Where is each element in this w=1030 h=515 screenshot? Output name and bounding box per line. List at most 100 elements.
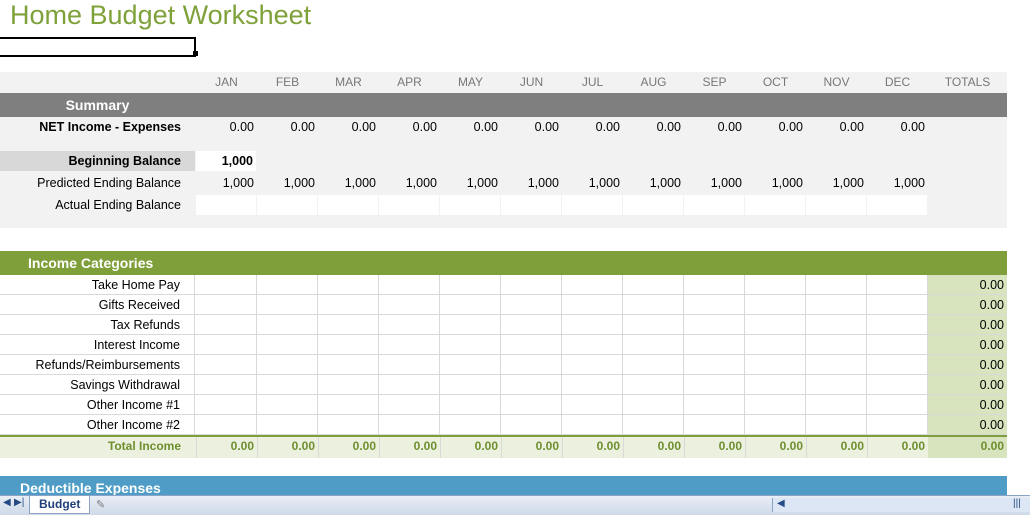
- income-cell-jul[interactable]: [562, 395, 623, 414]
- income-cell-feb[interactable]: [257, 415, 318, 434]
- net-value-jun[interactable]: 0.00: [501, 117, 562, 137]
- income-cell-nov[interactable]: [806, 295, 867, 314]
- net-value-oct[interactable]: 0.00: [745, 117, 806, 137]
- income-cell-sep[interactable]: [684, 315, 745, 334]
- income-cell-jul[interactable]: [562, 415, 623, 434]
- net-value-may[interactable]: 0.00: [440, 117, 501, 137]
- income-cell-sep[interactable]: [684, 375, 745, 394]
- income-cell-apr[interactable]: [379, 275, 440, 294]
- predicted-value-jul[interactable]: 1,000: [562, 173, 623, 193]
- net-value-aug[interactable]: 0.00: [623, 117, 684, 137]
- income-cell-may[interactable]: [440, 335, 501, 354]
- income-cell-feb[interactable]: [257, 375, 318, 394]
- income-cell-aug[interactable]: [623, 295, 684, 314]
- income-cell-jul[interactable]: [562, 335, 623, 354]
- income-cell-jul[interactable]: [562, 355, 623, 374]
- income-cell-jun[interactable]: [501, 375, 562, 394]
- predicted-value-aug[interactable]: 1,000: [623, 173, 684, 193]
- horizontal-scrollbar[interactable]: ◀ |||: [772, 498, 1030, 512]
- actual-value-sep[interactable]: [684, 195, 744, 215]
- income-cell-nov[interactable]: [806, 415, 867, 434]
- income-cell-mar[interactable]: [318, 315, 379, 334]
- predicted-value-sep[interactable]: 1,000: [684, 173, 745, 193]
- income-cell-dec[interactable]: [867, 375, 928, 394]
- predicted-value-feb[interactable]: 1,000: [257, 173, 318, 193]
- income-cell-sep[interactable]: [684, 355, 745, 374]
- income-cell-aug[interactable]: [623, 335, 684, 354]
- predicted-value-jan[interactable]: 1,000: [196, 173, 257, 193]
- income-cell-sep[interactable]: [684, 275, 745, 294]
- income-cell-aug[interactable]: [623, 275, 684, 294]
- beginning-balance-value[interactable]: 1,000: [196, 151, 256, 171]
- income-cell-apr[interactable]: [379, 295, 440, 314]
- income-cell-nov[interactable]: [806, 335, 867, 354]
- income-cell-dec[interactable]: [867, 295, 928, 314]
- income-cell-oct[interactable]: [745, 355, 806, 374]
- income-cell-nov[interactable]: [806, 315, 867, 334]
- income-cell-jun[interactable]: [501, 275, 562, 294]
- actual-value-feb[interactable]: [257, 195, 317, 215]
- income-cell-jun[interactable]: [501, 415, 562, 434]
- predicted-value-may[interactable]: 1,000: [440, 173, 501, 193]
- net-value-sep[interactable]: 0.00: [684, 117, 745, 137]
- income-cell-oct[interactable]: [745, 275, 806, 294]
- net-value-jul[interactable]: 0.00: [562, 117, 623, 137]
- predicted-value-jun[interactable]: 1,000: [501, 173, 562, 193]
- actual-value-apr[interactable]: [379, 195, 439, 215]
- income-cell-apr[interactable]: [379, 375, 440, 394]
- net-value-feb[interactable]: 0.00: [257, 117, 318, 137]
- income-cell-jul[interactable]: [562, 315, 623, 334]
- income-cell-mar[interactable]: [318, 275, 379, 294]
- income-cell-dec[interactable]: [867, 395, 928, 414]
- predicted-value-oct[interactable]: 1,000: [745, 173, 806, 193]
- prev-sheet-icon[interactable]: ◀: [3, 497, 11, 508]
- net-value-jan[interactable]: 0.00: [196, 117, 257, 137]
- income-cell-feb[interactable]: [257, 315, 318, 334]
- income-cell-may[interactable]: [440, 355, 501, 374]
- income-cell-sep[interactable]: [684, 335, 745, 354]
- income-cell-sep[interactable]: [684, 395, 745, 414]
- scroll-grip-icon[interactable]: |||: [1013, 498, 1021, 509]
- income-cell-jun[interactable]: [501, 295, 562, 314]
- income-cell-apr[interactable]: [379, 335, 440, 354]
- income-cell-dec[interactable]: [867, 335, 928, 354]
- income-cell-oct[interactable]: [745, 335, 806, 354]
- income-cell-aug[interactable]: [623, 315, 684, 334]
- selected-cell[interactable]: [0, 37, 196, 57]
- income-cell-jan[interactable]: [196, 375, 257, 394]
- income-cell-may[interactable]: [440, 315, 501, 334]
- income-cell-dec[interactable]: [867, 415, 928, 434]
- income-cell-mar[interactable]: [318, 295, 379, 314]
- income-cell-aug[interactable]: [623, 415, 684, 434]
- income-cell-jan[interactable]: [196, 395, 257, 414]
- actual-value-mar[interactable]: [318, 195, 378, 215]
- income-cell-jul[interactable]: [562, 375, 623, 394]
- net-value-nov[interactable]: 0.00: [806, 117, 867, 137]
- income-cell-aug[interactable]: [623, 355, 684, 374]
- income-cell-feb[interactable]: [257, 275, 318, 294]
- income-cell-jan[interactable]: [196, 315, 257, 334]
- insert-sheet-icon[interactable]: ✎: [96, 498, 105, 511]
- income-cell-oct[interactable]: [745, 395, 806, 414]
- sheet-tab-budget[interactable]: Budget: [29, 496, 91, 514]
- income-cell-aug[interactable]: [623, 375, 684, 394]
- income-cell-apr[interactable]: [379, 355, 440, 374]
- income-cell-jan[interactable]: [196, 355, 257, 374]
- income-cell-jun[interactable]: [501, 395, 562, 414]
- scroll-left-icon[interactable]: ◀: [777, 498, 785, 509]
- net-value-dec[interactable]: 0.00: [867, 117, 928, 137]
- predicted-value-nov[interactable]: 1,000: [806, 173, 867, 193]
- income-cell-oct[interactable]: [745, 295, 806, 314]
- last-sheet-icon[interactable]: ▶|: [14, 497, 24, 508]
- income-cell-jan[interactable]: [196, 335, 257, 354]
- actual-value-jan[interactable]: [196, 195, 256, 215]
- actual-value-nov[interactable]: [806, 195, 866, 215]
- income-cell-sep[interactable]: [684, 295, 745, 314]
- income-cell-dec[interactable]: [867, 315, 928, 334]
- income-cell-apr[interactable]: [379, 395, 440, 414]
- actual-value-may[interactable]: [440, 195, 500, 215]
- income-cell-jul[interactable]: [562, 275, 623, 294]
- income-cell-nov[interactable]: [806, 375, 867, 394]
- actual-value-aug[interactable]: [623, 195, 683, 215]
- income-cell-nov[interactable]: [806, 395, 867, 414]
